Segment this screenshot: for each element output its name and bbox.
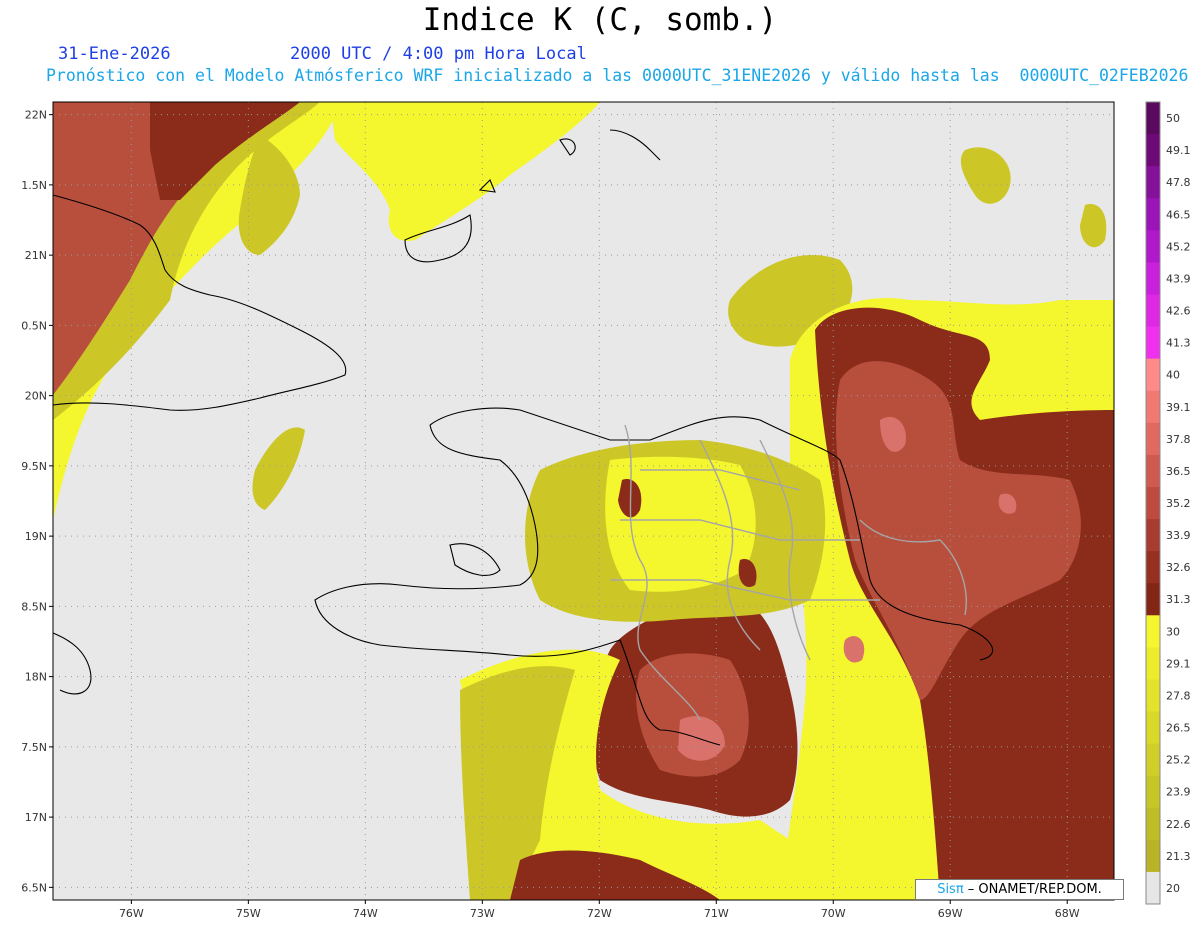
colorbar-segment: [1146, 294, 1160, 328]
colorbar-label: 50: [1166, 112, 1180, 125]
lat-label: 17N: [25, 811, 47, 824]
colorbar-label: 37.8: [1166, 433, 1191, 446]
colorbar-segment: [1146, 647, 1160, 680]
colorbar-label: 35.2: [1166, 497, 1191, 510]
colorbar-segment: [1146, 102, 1160, 135]
lat-label: 20N: [25, 390, 47, 403]
colorbar-label: 31.3: [1166, 593, 1191, 606]
lat-label: 18N: [25, 671, 47, 684]
sispi-logo-text: Sisπ: [937, 882, 964, 897]
colorbar-segment: [1146, 326, 1160, 360]
colorbar-segment: [1146, 679, 1160, 713]
colorbar-segment: [1146, 230, 1160, 263]
colorbar-segment: [1146, 711, 1160, 745]
colorbar-segment: [1146, 807, 1160, 841]
colorbar-segment: [1146, 839, 1160, 873]
lon-label: 70W: [821, 907, 846, 920]
lon-label: 76W: [119, 907, 144, 920]
lat-label: 21N: [25, 249, 47, 262]
colorbar-label: 47.8: [1166, 176, 1191, 189]
colorbar-label: 39.1: [1166, 401, 1191, 414]
lon-label: 74W: [353, 907, 378, 920]
lon-label: 68W: [1055, 907, 1080, 920]
colorbar-label: 29.1: [1166, 657, 1191, 670]
k-index-map: 22N 1.5N 21N 0.5N 20N 9.5N 19N 8.5N 18N 7.5N 17N 6.…: [21, 101, 1191, 920]
colorbar-label: 33.9: [1166, 529, 1191, 542]
colorbar-segment: [1146, 134, 1160, 167]
colorbar: 50 49.1 47.8 46.5 45.2 43.9 42.6 41.3 40 39.1 37.8…: [1145, 101, 1191, 905]
colorbar-segment: [1146, 775, 1160, 809]
colorbar-segment: [1146, 583, 1160, 616]
colorbar-segment: [1146, 262, 1160, 295]
colorbar-label: 21.3: [1166, 850, 1191, 863]
colorbar-label: 26.5: [1166, 722, 1191, 735]
colorbar-label: 22.6: [1166, 818, 1191, 831]
lat-label: 1.5N: [21, 179, 47, 192]
colorbar-label: 49.1: [1166, 144, 1191, 157]
colorbar-segment: [1146, 390, 1160, 424]
lat-label: 9.5N: [21, 460, 47, 473]
colorbar-label: 36.5: [1166, 465, 1191, 478]
credit-box: Sisπ – ONAMET/REP.DOM.: [915, 879, 1124, 900]
colorbar-segment: [1146, 166, 1160, 199]
colorbar-label: 25.2: [1166, 754, 1191, 767]
lon-label: 75W: [236, 907, 261, 920]
hispaniola-yellow: [605, 456, 756, 592]
lon-label: 71W: [704, 907, 729, 920]
colorbar-label: 46.5: [1166, 208, 1191, 221]
latitude-labels: 22N 1.5N 21N 0.5N 20N 9.5N 19N 8.5N 18N 7.5N 17N 6.…: [21, 109, 53, 894]
colorbar-segment: [1146, 551, 1160, 584]
lon-label: 73W: [470, 907, 495, 920]
colorbar-segment: [1146, 422, 1160, 456]
colorbar-label: 45.2: [1166, 240, 1191, 253]
lat-label: 8.5N: [21, 600, 47, 613]
lat-label: 0.5N: [21, 319, 47, 332]
colorbar-label: 40: [1166, 369, 1180, 382]
colorbar-label: 32.6: [1166, 561, 1191, 574]
colorbar-segment: [1146, 743, 1160, 777]
colorbar-label: 42.6: [1166, 305, 1191, 318]
colorbar-segment: [1146, 486, 1160, 520]
onamet-credit: – ONAMET/REP.DOM.: [963, 882, 1102, 897]
lon-label: 72W: [587, 907, 612, 920]
lat-label: 7.5N: [21, 741, 47, 754]
colorbar-segment: [1146, 519, 1160, 552]
colorbar-label: 27.8: [1166, 689, 1191, 702]
colorbar-segment: [1146, 198, 1160, 231]
lat-label: 6.5N: [21, 881, 47, 894]
colorbar-label: 20: [1166, 882, 1180, 895]
colorbar-segment: [1146, 358, 1160, 392]
lon-label: 69W: [938, 907, 963, 920]
lat-label: 22N: [25, 109, 47, 122]
colorbar-segment: [1146, 454, 1160, 488]
longitude-labels: 76W 75W 74W 73W 72W 71W 70W 69W 68W: [119, 900, 1080, 920]
colorbar-label: 43.9: [1166, 272, 1191, 285]
colorbar-segment: [1146, 615, 1160, 648]
colorbar-label: 41.3: [1166, 337, 1191, 350]
colorbar-segment: [1146, 871, 1160, 905]
colorbar-label: 30: [1166, 625, 1180, 638]
lat-label: 19N: [25, 530, 47, 543]
colorbar-label: 23.9: [1166, 786, 1191, 799]
